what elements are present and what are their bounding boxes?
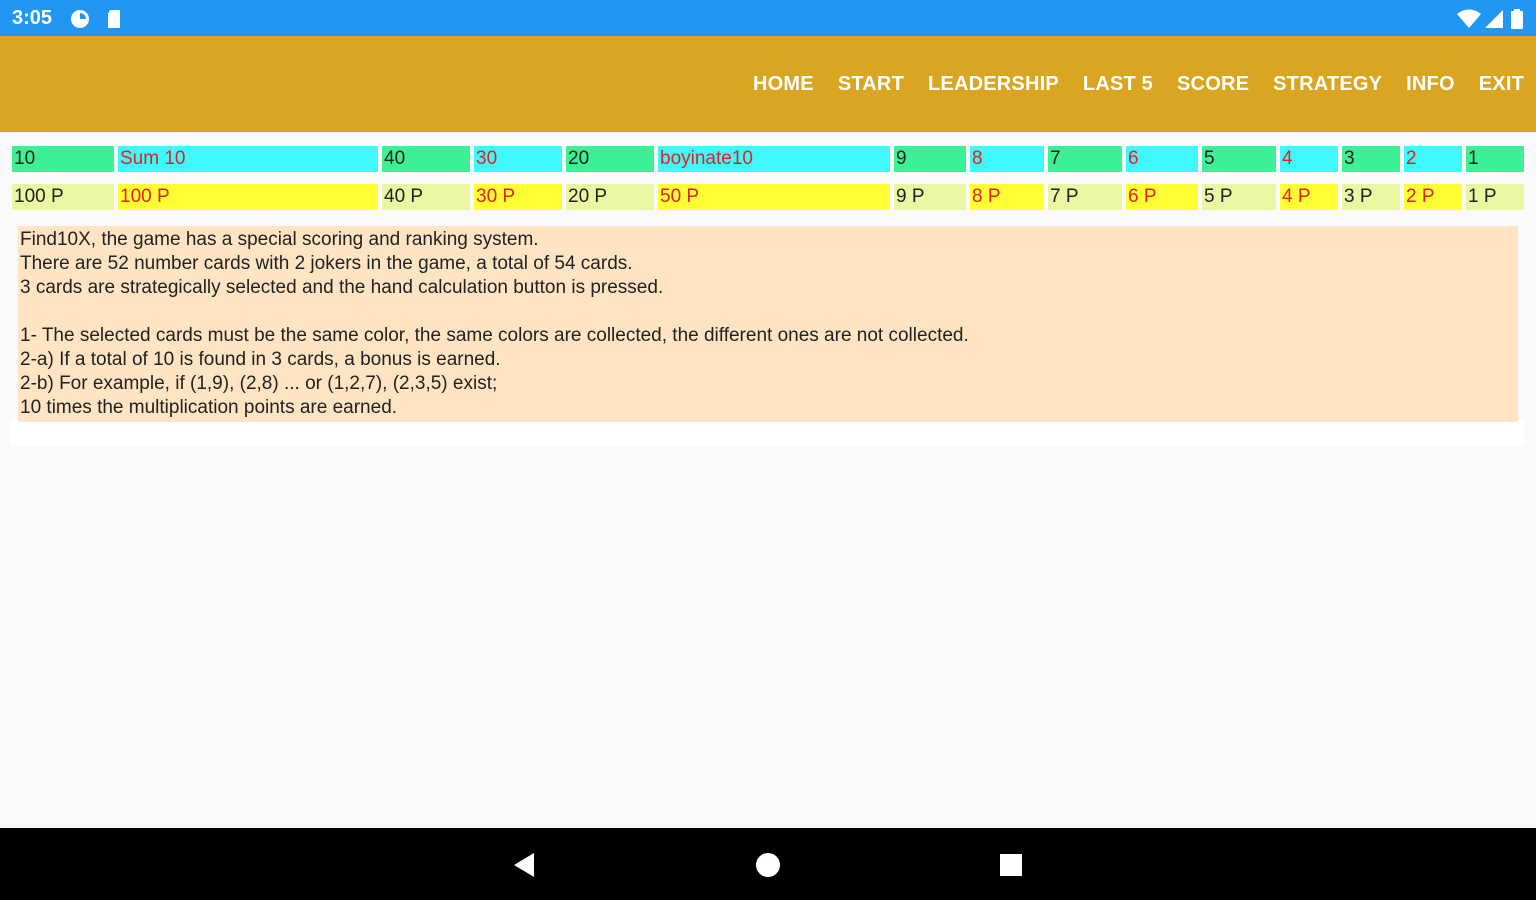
header-cell: boyinate10 [658, 146, 890, 172]
header-cell: 7 [1048, 146, 1122, 172]
menu-leadership[interactable]: LEADERSHIP [916, 72, 1071, 96]
points-cell: 100 P [12, 184, 114, 210]
menu-info[interactable]: INFO [1394, 72, 1467, 96]
header-cell: Sum 10 [118, 146, 378, 172]
info-line: There are 52 number cards with 2 jokers … [20, 253, 633, 274]
top-menu: HOME START LEADERSHIP LAST 5 SCORE STRAT… [741, 72, 1536, 96]
points-cell: 4 P [1280, 184, 1338, 210]
battery-icon [1510, 9, 1524, 34]
points-cell: 20 P [566, 184, 654, 210]
points-cell: 50 P [658, 184, 890, 210]
header-cell: 20 [566, 146, 654, 172]
recents-icon[interactable] [998, 852, 1024, 878]
info-card-footer [10, 420, 1524, 446]
info-line: 2-b) For example, if (1,9), (2,8) ... or… [20, 373, 498, 394]
signal-icon [1484, 9, 1504, 34]
status-bar: 3:05 [0, 0, 1536, 36]
header-cell: 2 [1404, 146, 1462, 172]
data-saver-icon [70, 9, 90, 34]
points-cell: 40 P [382, 184, 470, 210]
info-line: 10 times the multiplication points are e… [20, 397, 398, 418]
header-cell: 9 [894, 146, 966, 172]
points-cell: 6 P [1126, 184, 1198, 210]
info-line: 1- The selected cards must be the same c… [20, 325, 969, 346]
menu-start[interactable]: START [826, 72, 916, 96]
points-cell: 3 P [1342, 184, 1400, 210]
header-cell: 4 [1280, 146, 1338, 172]
points-cell: 30 P [474, 184, 562, 210]
info-panel: Find10X, the game has a special scoring … [18, 226, 1518, 422]
points-cell: 100 P [118, 184, 378, 210]
info-line: 2-a) If a total of 10 is found in 3 card… [20, 349, 501, 370]
app-bar: HOME START LEADERSHIP LAST 5 SCORE STRAT… [0, 36, 1536, 132]
menu-exit[interactable]: EXIT [1467, 72, 1536, 96]
header-cell: 8 [970, 146, 1044, 172]
points-cell: 8 P [970, 184, 1044, 210]
home-icon[interactable] [755, 852, 781, 878]
points-cell: 2 P [1404, 184, 1462, 210]
wifi-icon [1456, 9, 1482, 34]
header-cell: 3 [1342, 146, 1400, 172]
menu-home[interactable]: HOME [741, 72, 826, 96]
points-cell: 5 P [1202, 184, 1276, 210]
menu-strategy[interactable]: STRATEGY [1261, 72, 1394, 96]
points-cell: 7 P [1048, 184, 1122, 210]
sd-card-icon [106, 9, 122, 34]
header-cell: 30 [474, 146, 562, 172]
info-line: 3 cards are strategically selected and t… [20, 277, 664, 298]
navigation-bar [0, 828, 1536, 900]
info-line-blank [20, 300, 1516, 324]
status-time: 3:05 [12, 7, 53, 29]
header-cell: 40 [382, 146, 470, 172]
points-cell: 9 P [894, 184, 966, 210]
menu-last-5[interactable]: LAST 5 [1071, 72, 1165, 96]
back-icon[interactable] [511, 852, 537, 878]
info-line: Find10X, the game has a special scoring … [20, 229, 539, 250]
points-cell: 1 P [1466, 184, 1524, 210]
menu-score[interactable]: SCORE [1165, 72, 1261, 96]
header-cell: 1 [1466, 146, 1524, 172]
header-cell: 6 [1126, 146, 1198, 172]
header-cell: 5 [1202, 146, 1276, 172]
header-cell: 10 [12, 146, 114, 172]
